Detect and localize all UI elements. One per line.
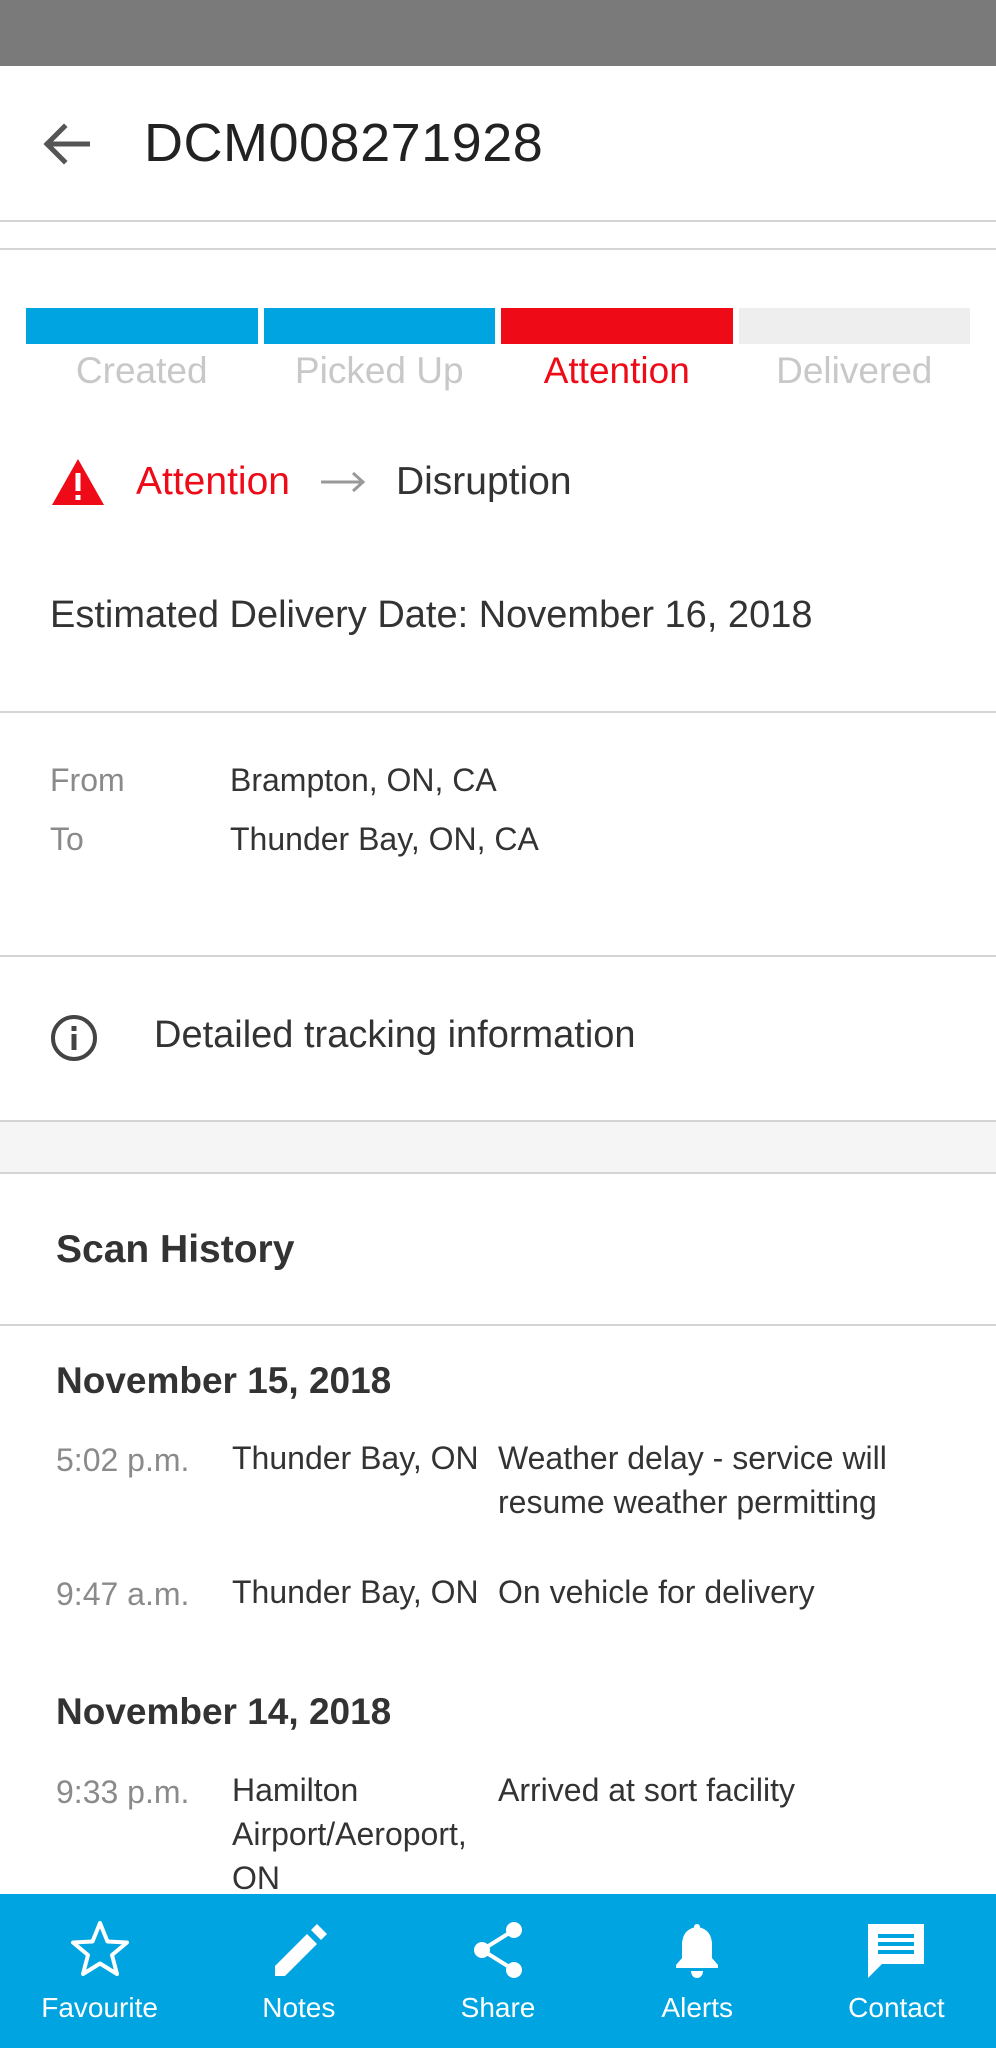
scan-time: 9:47 a.m.	[56, 1576, 190, 1612]
scan-location: Thunder Bay, ON	[232, 1574, 479, 1610]
progress-label-delivered: Delivered	[776, 350, 933, 391]
message-icon	[868, 1924, 925, 1978]
nav-alerts[interactable]: Alerts	[598, 1894, 797, 2048]
scan-time: 9:33 p.m.	[56, 1774, 190, 1810]
scan-location: Hamilton Airport/Aeroport, ON	[232, 1772, 467, 1896]
to-value: Thunder Bay, ON, CA	[230, 821, 539, 857]
star-icon	[70, 1921, 129, 1976]
section-spacer	[0, 1122, 996, 1174]
nav-label: Contact	[848, 1992, 945, 2023]
shipment-progress-bar	[26, 308, 970, 344]
scan-time: 5:02 p.m.	[56, 1442, 190, 1478]
to-label: To	[50, 821, 84, 857]
nav-share[interactable]: Share	[398, 1894, 597, 2048]
status-label: Attention	[136, 460, 290, 503]
scan-date-heading: November 14, 2018	[56, 1691, 392, 1732]
progress-segment-picked-up	[263, 308, 495, 344]
progress-label-created: Created	[75, 350, 208, 391]
scan-location: Thunder Bay, ON	[232, 1440, 479, 1476]
arrow-left-icon	[43, 123, 90, 165]
arrow-right-icon	[320, 471, 366, 493]
pencil-icon	[274, 1924, 327, 1976]
divider	[0, 955, 996, 957]
nav-label: Alerts	[661, 1992, 733, 2023]
detailed-tracking-link[interactable]: Detailed tracking information	[0, 958, 996, 1120]
status-detail: Disruption	[395, 460, 572, 503]
nav-label: Notes	[262, 1992, 336, 2023]
app-bar: DCM008271928	[0, 66, 996, 222]
estimated-delivery-date: Estimated Delivery Date: November 16, 20…	[50, 594, 813, 636]
progress-segment-created	[26, 308, 258, 344]
page-title: DCM008271928	[144, 113, 544, 173]
progress-label-picked-up: Picked Up	[294, 350, 464, 391]
divider	[0, 711, 996, 713]
scan-date-heading: November 15, 2018	[56, 1360, 392, 1401]
progress-segment-delivered	[738, 308, 970, 344]
system-status-bar	[0, 0, 996, 66]
nav-label: Share	[460, 1992, 536, 2023]
nav-label: Favourite	[41, 1992, 158, 2023]
bell-icon	[676, 1924, 719, 1978]
bottom-navigation: Favourite Notes Share Alerts Contact	[0, 1894, 996, 2048]
detailed-tracking-label: Detailed tracking information	[154, 1014, 636, 1056]
scan-description: Arrived at sort facility	[498, 1772, 795, 1808]
nav-favourite[interactable]: Favourite	[0, 1894, 199, 2048]
progress-label-attention: Attention	[543, 350, 690, 391]
warning-icon	[52, 459, 104, 505]
back-button[interactable]	[30, 108, 102, 180]
divider	[0, 248, 996, 250]
nav-contact[interactable]: Contact	[797, 1894, 996, 2048]
progress-segment-attention	[501, 308, 733, 344]
status-row: Attention Disruption	[50, 452, 572, 512]
scan-history-title: Scan History	[56, 1228, 295, 1271]
divider	[0, 1324, 996, 1326]
from-label: From	[50, 762, 125, 798]
from-value: Brampton, ON, CA	[230, 762, 497, 798]
nav-notes[interactable]: Notes	[199, 1894, 398, 2048]
info-icon	[51, 1015, 97, 1061]
scan-description: On vehicle for delivery	[498, 1574, 815, 1610]
share-icon	[474, 1922, 522, 1978]
progress-labels: Created Picked Up Attention Delivered	[26, 350, 970, 392]
scan-description: Weather delay - service will resume weat…	[498, 1440, 887, 1520]
